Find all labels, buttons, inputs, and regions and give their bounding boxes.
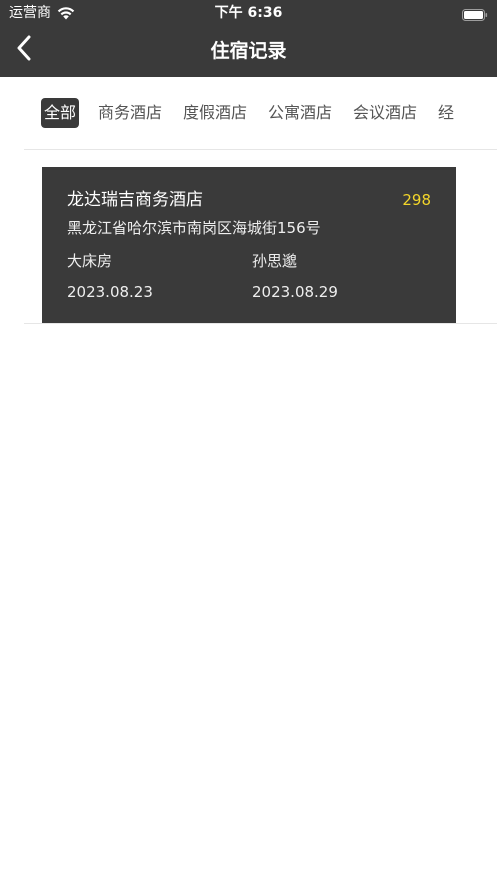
header: 运营商 下午 6:36 住宿记录 [0,0,497,77]
tabs-divider [24,149,497,150]
tab-all[interactable]: 全部 [41,98,80,128]
check-out-date: 2023.08.29 [252,283,338,301]
screen: 运营商 下午 6:36 住宿记录 全部 商务酒店 度假酒店 公寓酒店 会议酒店 … [0,0,497,883]
list-divider [24,323,497,324]
room-price: 298 [402,191,431,209]
hotel-name: 龙达瑞吉商务酒店 [67,190,203,210]
category-tabs: 全部 商务酒店 度假酒店 公寓酒店 会议酒店 经 [0,77,497,149]
status-bar: 运营商 下午 6:36 [0,0,497,26]
tab-resort-hotel[interactable]: 度假酒店 [183,98,247,128]
nav-bar: 住宿记录 [0,26,497,77]
page-title: 住宿记录 [210,40,287,62]
status-time: 下午 6:36 [214,5,283,21]
tab-business-hotel[interactable]: 商务酒店 [98,98,162,128]
stay-record-card[interactable]: 龙达瑞吉商务酒店 298 黑龙江省哈尔滨市南岗区海城街156号 大床房 孙思邈 … [42,167,456,324]
hotel-address: 黑龙江省哈尔滨市南岗区海城街156号 [67,219,321,237]
room-type: 大床房 [67,252,113,270]
guest-name: 孙思邈 [252,252,298,270]
check-in-date: 2023.08.23 [67,283,153,301]
tab-economy-hotel[interactable]: 经 [438,98,454,128]
battery-icon [462,6,488,21]
tab-apartment-hotel[interactable]: 公寓酒店 [268,98,332,128]
tab-conference-hotel[interactable]: 会议酒店 [353,98,417,128]
